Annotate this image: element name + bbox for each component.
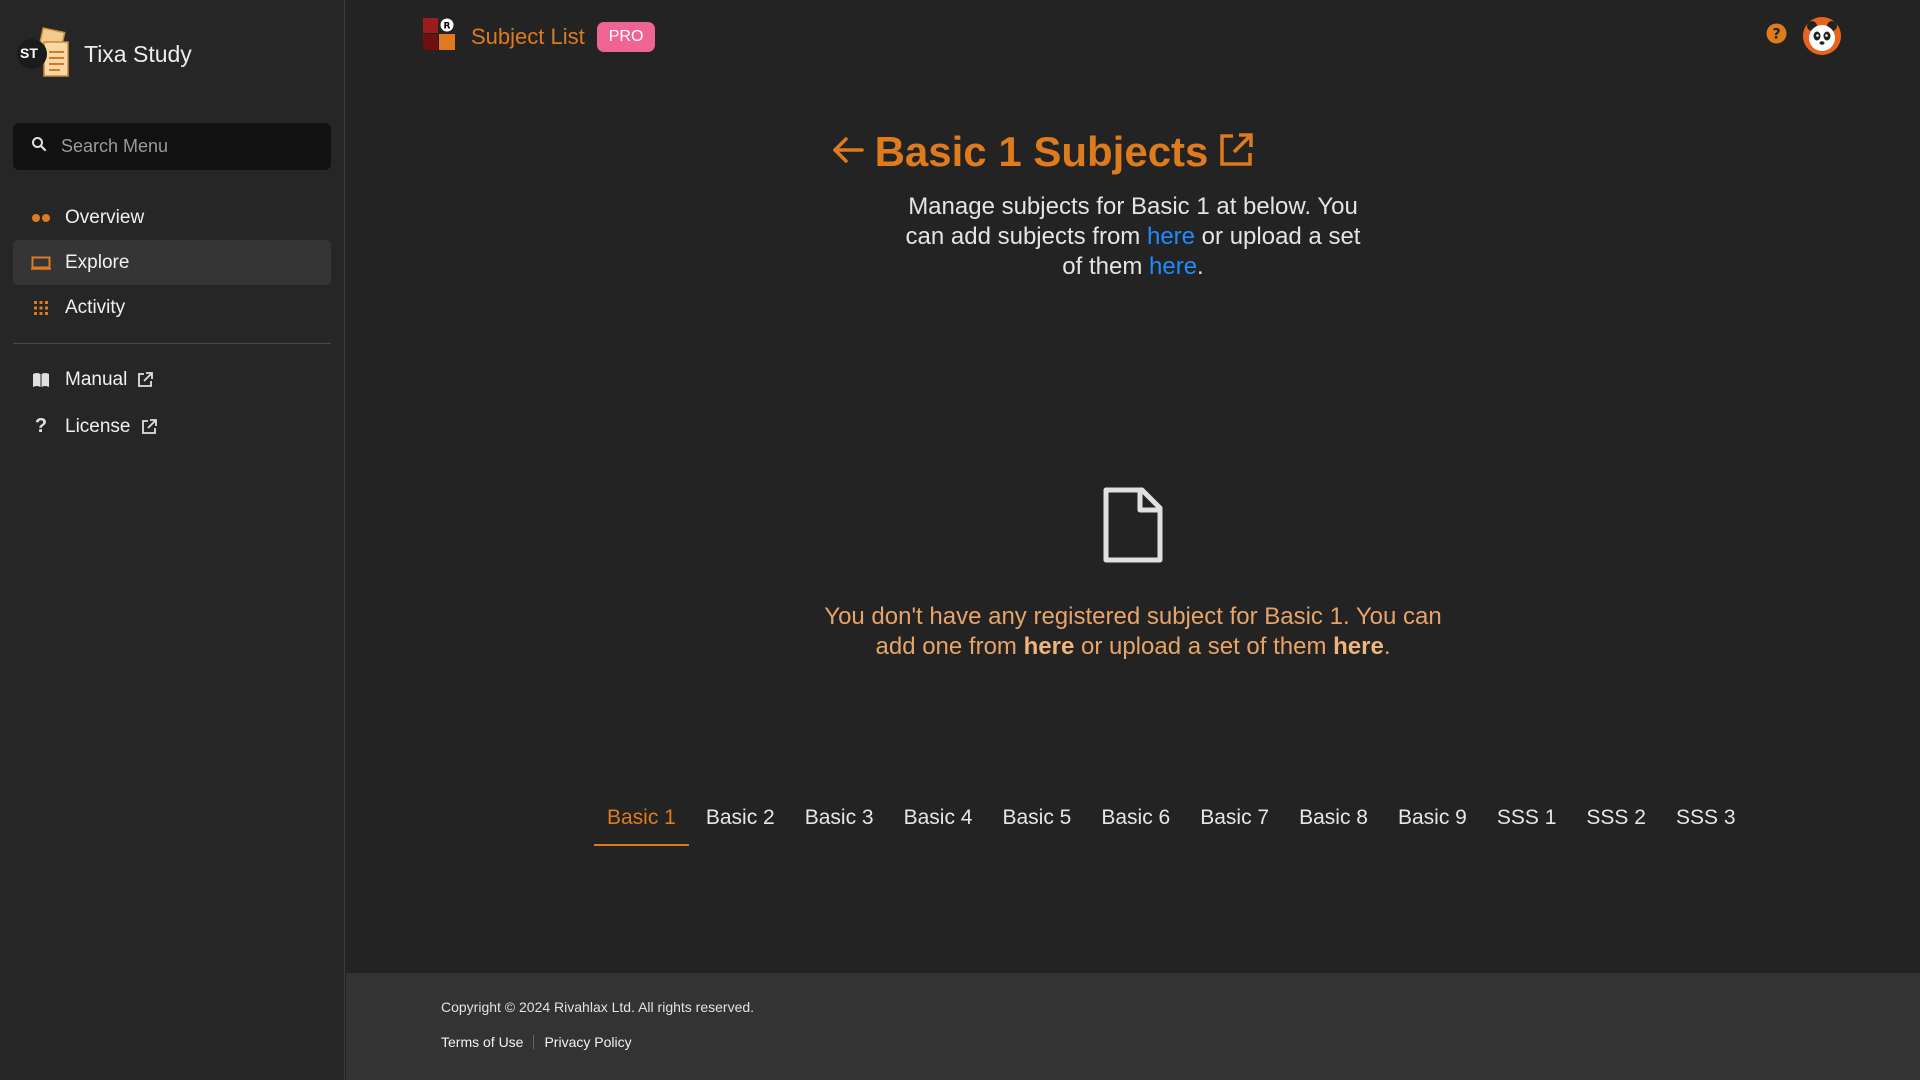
app-logo-icon: R (423, 18, 455, 55)
svg-text:?: ? (1772, 27, 1780, 43)
sidebar-item-explore[interactable]: Explore (13, 240, 331, 285)
tab-basic-7[interactable]: Basic 7 (1187, 800, 1282, 846)
footer: Copyright © 2024 Rivahlax Ltd. All right… (346, 973, 1920, 1080)
copyright-text: Copyright © 2024 Rivahlax Ltd. All right… (441, 999, 755, 1015)
sidebar-item-label: Explore (65, 251, 130, 273)
tab-basic-1[interactable]: Basic 1 (594, 800, 689, 846)
tab-basic-9[interactable]: Basic 9 (1385, 800, 1480, 846)
heading-row: Basic 1 Subjects (831, 128, 1255, 176)
desc-text: . (1197, 253, 1204, 280)
tab-basic-4[interactable]: Basic 4 (891, 800, 986, 846)
question-icon: ? (34, 415, 48, 437)
add-subject-link[interactable]: here (1147, 223, 1195, 250)
upload-set-link[interactable]: here (1333, 633, 1384, 660)
terms-link[interactable]: Terms of Use (441, 1034, 523, 1050)
class-tabs: Basic 1 Basic 2 Basic 3 Basic 4 Basic 5 … (594, 800, 1753, 846)
subjects-description: Manage subjects for Basic 1 at below. Yo… (900, 192, 1366, 282)
tab-basic-3[interactable]: Basic 3 (792, 800, 887, 846)
brand-logo-text: ST (20, 45, 38, 61)
tab-sss-1[interactable]: SSS 1 (1484, 800, 1570, 846)
sidebar-item-activity[interactable]: Activity (13, 285, 331, 330)
book-icon (31, 370, 51, 390)
grid-icon (31, 298, 51, 318)
tab-sss-2[interactable]: SSS 2 (1573, 800, 1659, 846)
tab-basic-6[interactable]: Basic 6 (1088, 800, 1183, 846)
footer-separator (533, 1035, 535, 1049)
external-link-icon (141, 418, 157, 435)
empty-text: or upload a set of them (1074, 633, 1334, 660)
sidebar-item-label: Overview (65, 206, 145, 228)
tab-basic-8[interactable]: Basic 8 (1286, 800, 1381, 846)
page-title: Subject List (471, 23, 585, 49)
back-arrow-icon[interactable] (831, 133, 865, 172)
empty-state-message: You don't have any registered subject fo… (820, 602, 1446, 662)
sidebar-item-label: License (65, 415, 131, 437)
sidebar-item-label: Activity (65, 296, 126, 318)
brand[interactable]: ST Tixa Study (14, 24, 192, 84)
subjects-heading: Basic 1 Subjects (0, 128, 1920, 176)
sidebar-nav: Overview Explore Activity (13, 195, 331, 330)
page-header: R Subject List PRO (423, 18, 656, 55)
tab-basic-2[interactable]: Basic 2 (693, 800, 788, 846)
panda-icon (1803, 17, 1841, 55)
subjects-title: Basic 1 Subjects (874, 128, 1209, 175)
svg-text:R: R (444, 22, 451, 32)
sidebar-link-license[interactable]: ? License (13, 403, 331, 450)
privacy-link[interactable]: Privacy Policy (544, 1034, 631, 1050)
dots-icon (31, 208, 51, 228)
sidebar-links: Manual ? License (13, 356, 331, 450)
external-link-icon[interactable] (1218, 132, 1254, 173)
brand-name: Tixa Study (84, 40, 192, 67)
footer-links: Terms of Use Privacy Policy (441, 1034, 632, 1050)
sidebar-item-label: Manual (65, 368, 128, 390)
sidebar-link-manual[interactable]: Manual (13, 356, 331, 403)
brand-logo-icon: ST (14, 24, 74, 84)
help-icon[interactable]: ? (1766, 23, 1787, 49)
avatar[interactable] (1803, 17, 1841, 55)
monitor-icon (31, 253, 51, 273)
document-icon (1100, 486, 1166, 569)
external-link-icon (137, 371, 154, 388)
add-one-link[interactable]: here (1024, 633, 1075, 660)
sidebar-item-overview[interactable]: Overview (13, 195, 331, 240)
empty-text: . (1383, 633, 1391, 660)
tab-sss-3[interactable]: SSS 3 (1663, 800, 1749, 846)
pro-badge: PRO (596, 21, 656, 52)
upload-subjects-link[interactable]: here (1149, 253, 1197, 280)
tab-basic-5[interactable]: Basic 5 (990, 800, 1085, 846)
sidebar-divider (13, 343, 331, 344)
